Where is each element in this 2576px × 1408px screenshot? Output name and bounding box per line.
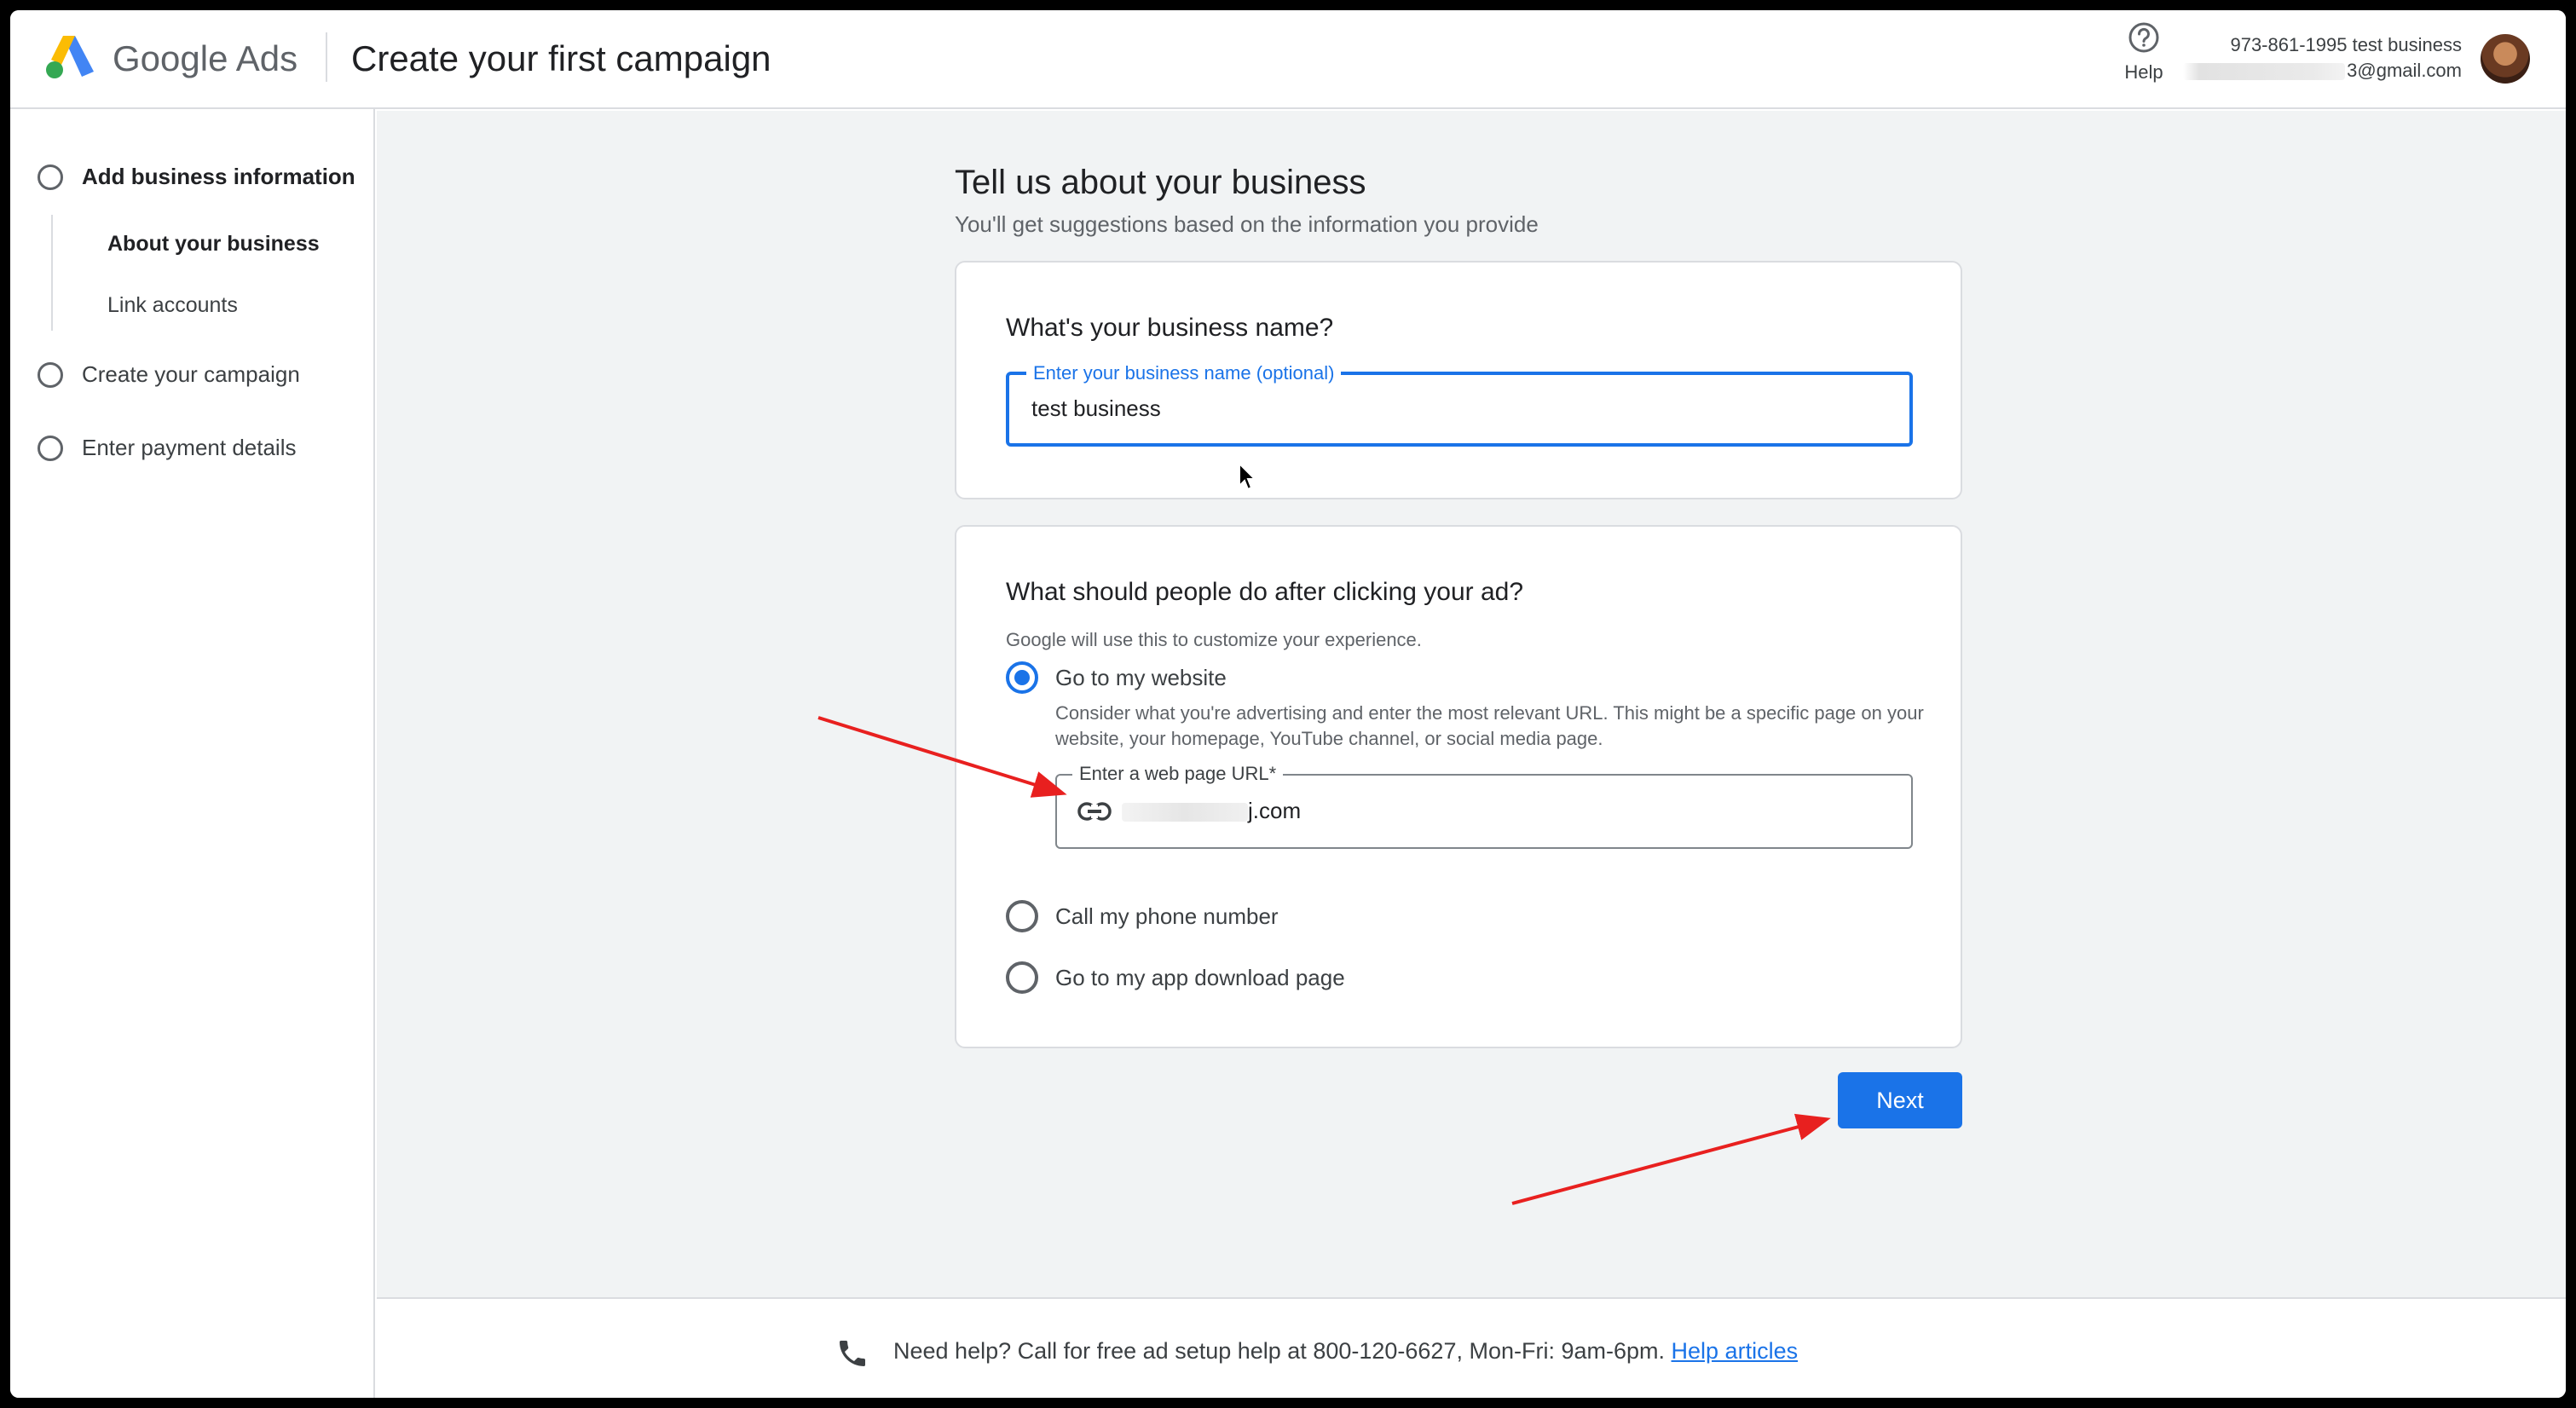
ad-action-card: What should people do after clicking you… — [955, 525, 1962, 1048]
progress-sidebar: Add business information About your busi… — [10, 109, 375, 1398]
substep-connector — [51, 215, 53, 331]
footer-help-text: Need help? Call for free ad setup help a… — [893, 1338, 1798, 1365]
help-icon — [2128, 22, 2159, 53]
google-ads-logo-icon — [46, 36, 94, 78]
header-divider — [326, 32, 327, 82]
step-label: Enter payment details — [82, 435, 297, 460]
business-name-input[interactable]: Enter your business name (optional) test… — [1006, 361, 1913, 447]
footer-message: Need help? Call for free ad setup help a… — [893, 1338, 1666, 1364]
radio-label: Call my phone number — [1055, 903, 1279, 929]
ad-action-hint: Google will use this to customize your e… — [1006, 629, 1422, 650]
step-create-your-campaign[interactable]: Create your campaign — [38, 361, 300, 388]
next-button[interactable]: Next — [1838, 1072, 1962, 1128]
section-title: Tell us about your business — [955, 164, 1366, 201]
url-field-label: Enter a web page URL* — [1072, 762, 1284, 786]
brand-google: Google — [113, 38, 228, 78]
step-circle-icon — [38, 435, 63, 461]
help-articles-link[interactable]: Help articles — [1672, 1338, 1799, 1364]
step-circle-icon — [38, 361, 63, 388]
radio-label: Go to my website — [1055, 664, 1227, 690]
link-icon — [1077, 802, 1112, 821]
help-button[interactable]: Help — [2114, 20, 2174, 97]
step-circle-icon — [38, 164, 63, 190]
account-name: 973-861-1995 test business — [2230, 34, 2462, 55]
account-email: 3@gmail.com — [2183, 58, 2462, 84]
redacted-email-blur — [2183, 63, 2346, 81]
radio-unselected-icon[interactable] — [1006, 900, 1038, 932]
business-name-value: test business — [1031, 395, 1161, 421]
radio-app-download[interactable]: Go to my app download page — [1006, 961, 1345, 994]
redacted-url-blur — [1122, 803, 1248, 822]
business-name-card: What's your business name? Enter your bu… — [955, 261, 1962, 499]
website-option-description: Consider what you're advertising and ent… — [1055, 702, 1924, 749]
ad-action-question: What should people do after clicking you… — [1006, 578, 1524, 606]
radio-call-phone[interactable]: Call my phone number — [1006, 900, 1279, 932]
phone-icon — [840, 1341, 865, 1366]
brand-name: Google Ads — [113, 36, 297, 82]
substep-link-accounts[interactable]: Link accounts — [107, 293, 238, 318]
step-label: Add business information — [82, 164, 355, 189]
step-label: Create your campaign — [82, 361, 300, 387]
mouse-cursor-icon — [1239, 462, 1256, 491]
business-name-label: Enter your business name (optional) — [1026, 361, 1342, 385]
help-label: Help — [2124, 61, 2163, 83]
account-info[interactable]: 973-861-1995 test business 3@gmail.com — [2183, 32, 2462, 84]
section-subtitle: You'll get suggestions based on the info… — [955, 211, 1539, 237]
avatar[interactable] — [2481, 34, 2530, 84]
top-header: Google Ads Create your first campaign He… — [10, 10, 2566, 109]
radio-selected-icon[interactable] — [1006, 661, 1038, 694]
business-name-question: What's your business name? — [1006, 314, 1334, 342]
step-add-business-information[interactable]: Add business information — [38, 164, 355, 190]
substep-about-your-business[interactable]: About your business — [107, 232, 320, 257]
url-value-suffix: j.com — [1248, 798, 1302, 823]
app-window: Google Ads Create your first campaign He… — [10, 10, 2566, 1398]
brand-ads: Ads — [235, 38, 298, 78]
help-footer: Need help? Call for free ad setup help a… — [377, 1297, 2566, 1398]
radio-label: Go to my app download page — [1055, 964, 1345, 990]
account-email-suffix: 3@gmail.com — [2347, 60, 2462, 81]
step-enter-payment-details[interactable]: Enter payment details — [38, 435, 296, 461]
page-title: Create your first campaign — [351, 38, 771, 78]
url-value: j.com — [1122, 798, 1301, 824]
web-page-url-input[interactable]: Enter a web page URL* j.com — [1055, 762, 1913, 849]
radio-go-to-website[interactable]: Go to my website — [1006, 661, 1227, 694]
radio-unselected-icon[interactable] — [1006, 961, 1038, 994]
